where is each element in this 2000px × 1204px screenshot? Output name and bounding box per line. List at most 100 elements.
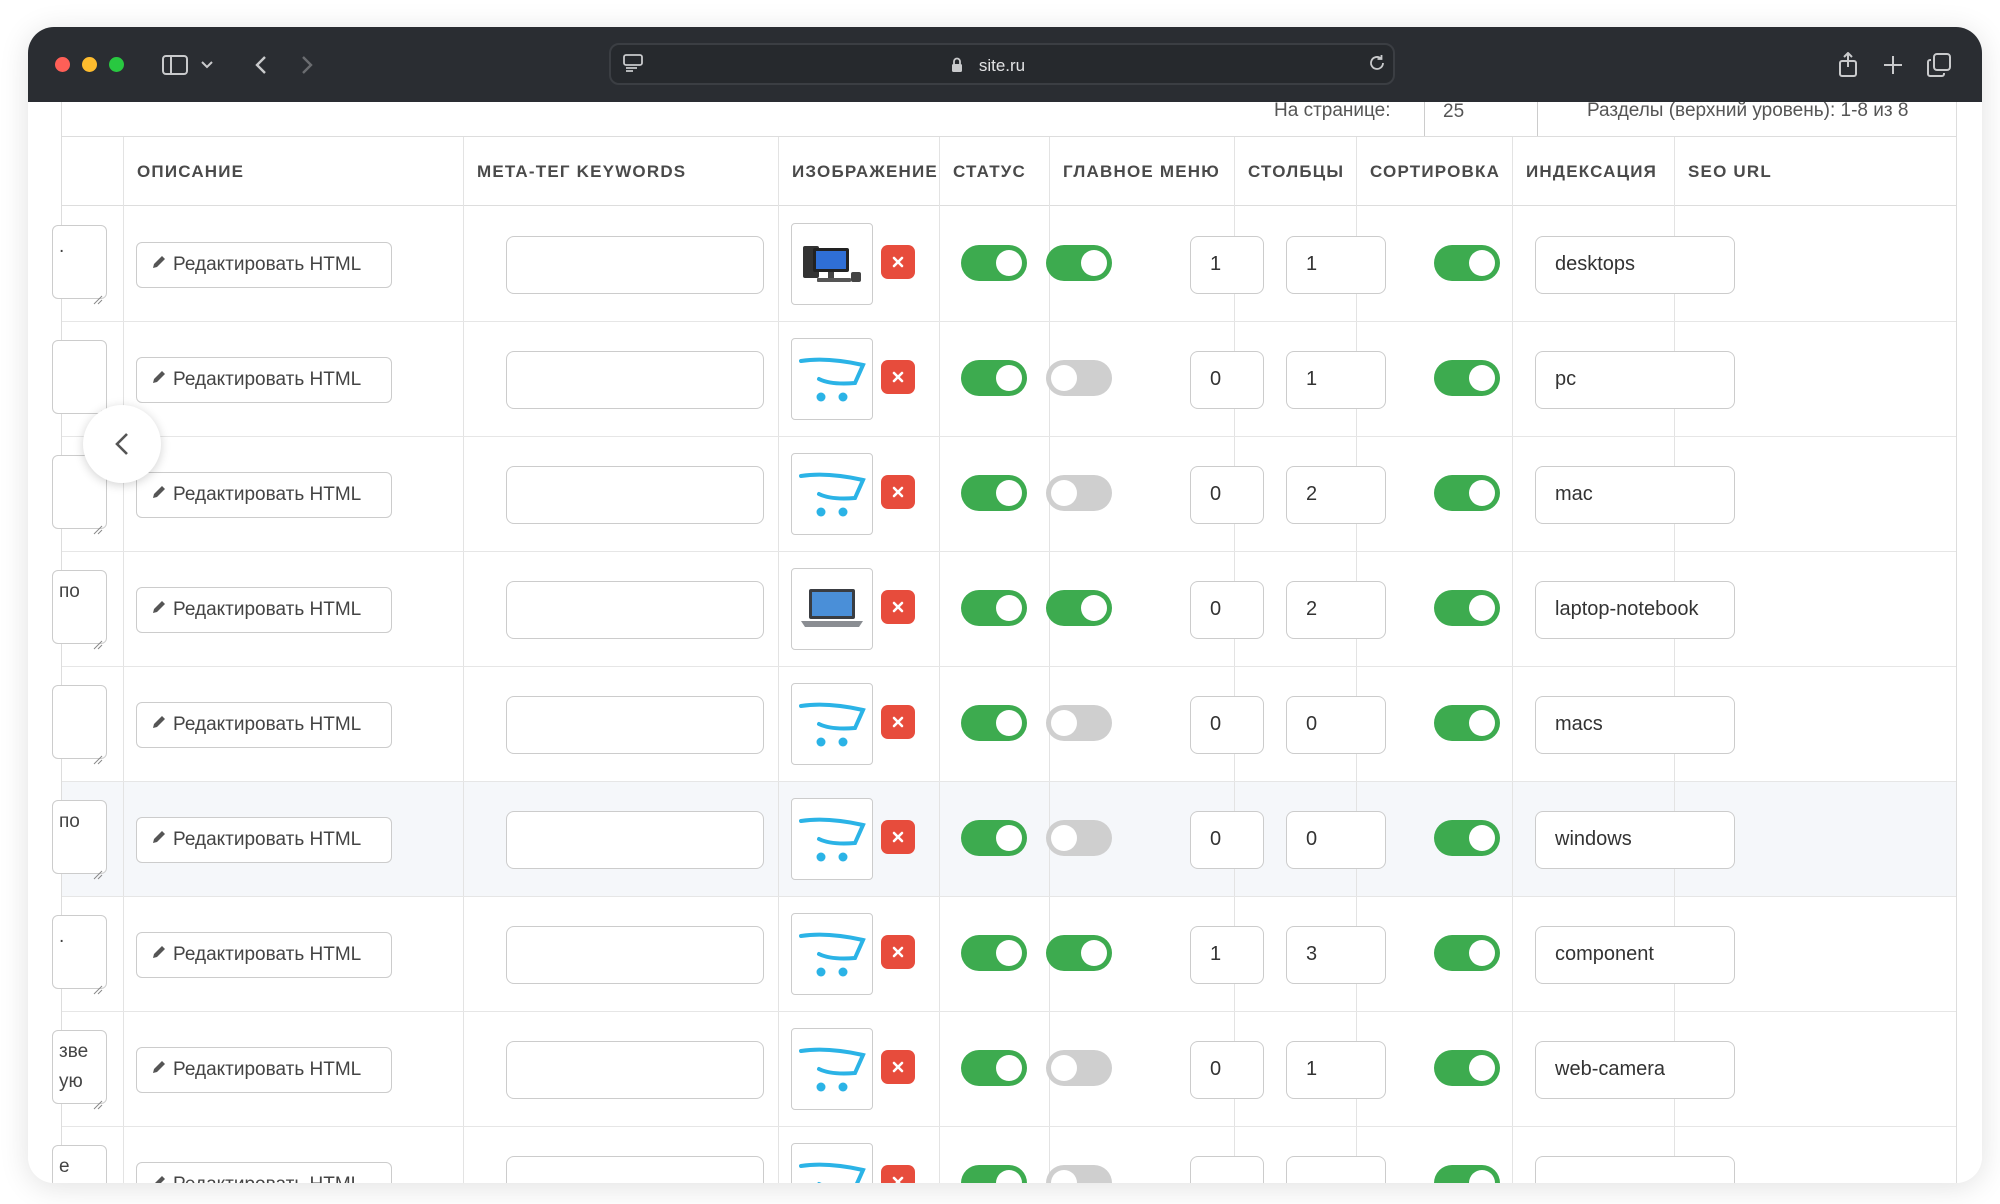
sort-input[interactable]: 2 <box>1286 466 1386 524</box>
columns-input[interactable]: 0 <box>1190 696 1264 754</box>
columns-input[interactable]: 0 <box>1190 1041 1264 1099</box>
meta-keywords-input[interactable] <box>506 1156 764 1183</box>
sort-input[interactable]: 1 <box>1286 1041 1386 1099</box>
edit-html-button[interactable]: Редактировать HTML <box>136 702 392 748</box>
minimize-window-button[interactable] <box>82 57 97 72</box>
seo-url-input[interactable]: macs <box>1535 696 1735 754</box>
chevron-down-icon[interactable] <box>198 49 216 81</box>
sort-input[interactable]: 2 <box>1286 581 1386 639</box>
status-toggle[interactable] <box>961 1165 1027 1183</box>
column-header-columns[interactable]: СТОЛБЦЫ <box>1234 137 1344 207</box>
reload-icon[interactable] <box>1365 51 1389 75</box>
resize-grip-icon[interactable] <box>93 515 103 535</box>
edit-html-button[interactable]: Редактировать HTML <box>136 1047 392 1093</box>
tabs-overview-icon[interactable] <box>1926 49 1952 81</box>
meta-keywords-input[interactable] <box>506 926 764 984</box>
resize-grip-icon[interactable] <box>93 1090 103 1110</box>
remove-image-button[interactable] <box>881 360 915 394</box>
status-toggle[interactable] <box>961 820 1027 856</box>
column-header-indexing[interactable]: ИНДЕКСАЦИЯ <box>1512 137 1657 207</box>
columns-input[interactable]: 0 <box>1190 581 1264 639</box>
status-toggle[interactable] <box>961 245 1027 281</box>
meta-keywords-input[interactable] <box>506 1041 764 1099</box>
resize-grip-icon[interactable] <box>93 400 103 420</box>
seo-url-input[interactable]: pc <box>1535 351 1735 409</box>
sort-input[interactable] <box>1286 1156 1386 1183</box>
category-image[interactable] <box>791 683 873 765</box>
name-textarea[interactable]: по <box>52 570 107 650</box>
edit-html-button[interactable]: Редактировать HTML <box>136 242 392 288</box>
indexing-toggle[interactable] <box>1434 820 1500 856</box>
columns-input[interactable] <box>1190 1156 1264 1183</box>
seo-url-input[interactable]: windows <box>1535 811 1735 869</box>
category-image[interactable] <box>791 1028 873 1110</box>
columns-input[interactable]: 0 <box>1190 466 1264 524</box>
resize-grip-icon[interactable] <box>93 975 103 995</box>
main-menu-toggle[interactable] <box>1046 1050 1112 1086</box>
address-bar[interactable]: site.ru <box>609 43 1395 85</box>
remove-image-button[interactable] <box>881 820 915 854</box>
columns-input[interactable]: 1 <box>1190 926 1264 984</box>
seo-url-input[interactable]: laptop-notebook <box>1535 581 1735 639</box>
main-menu-toggle[interactable] <box>1046 1165 1112 1183</box>
meta-keywords-input[interactable] <box>506 466 764 524</box>
columns-input[interactable]: 0 <box>1190 811 1264 869</box>
resize-grip-icon[interactable] <box>93 860 103 880</box>
remove-image-button[interactable] <box>881 705 915 739</box>
column-header-image[interactable]: ИЗОБРАЖЕНИЕ <box>778 137 938 207</box>
main-menu-toggle[interactable] <box>1046 935 1112 971</box>
column-header-main-menu[interactable]: ГЛАВНОЕ МЕНЮ <box>1049 137 1220 207</box>
status-toggle[interactable] <box>961 360 1027 396</box>
remove-image-button[interactable] <box>881 935 915 969</box>
seo-url-input[interactable]: component <box>1535 926 1735 984</box>
meta-keywords-input[interactable] <box>506 581 764 639</box>
sort-input[interactable]: 1 <box>1286 236 1386 294</box>
back-icon[interactable] <box>250 49 272 81</box>
remove-image-button[interactable] <box>881 245 915 279</box>
status-toggle[interactable] <box>961 935 1027 971</box>
forward-icon[interactable] <box>296 49 318 81</box>
main-menu-toggle[interactable] <box>1046 590 1112 626</box>
remove-image-button[interactable] <box>881 475 915 509</box>
indexing-toggle[interactable] <box>1434 1165 1500 1183</box>
category-image[interactable] <box>791 338 873 420</box>
name-textarea[interactable]: . <box>52 915 107 995</box>
seo-url-input[interactable]: mac <box>1535 466 1735 524</box>
name-textarea[interactable]: по <box>52 800 107 880</box>
edit-html-button[interactable]: Редактировать HTML <box>136 932 392 978</box>
edit-html-button[interactable]: Редактировать HTML <box>136 472 392 518</box>
name-textarea[interactable] <box>52 685 107 765</box>
name-textarea[interactable] <box>52 340 107 420</box>
column-header-sort[interactable]: СОРТИРОВКА <box>1356 137 1500 207</box>
per-page-input[interactable]: 25 <box>1424 102 1538 140</box>
column-header-seo-url[interactable]: SEO URL <box>1674 137 1772 207</box>
indexing-toggle[interactable] <box>1434 475 1500 511</box>
indexing-toggle[interactable] <box>1434 1050 1500 1086</box>
columns-input[interactable]: 0 <box>1190 351 1264 409</box>
edit-html-button[interactable]: Редактировать HTML <box>136 1162 392 1183</box>
meta-keywords-input[interactable] <box>506 236 764 294</box>
meta-keywords-input[interactable] <box>506 351 764 409</box>
main-menu-toggle[interactable] <box>1046 820 1112 856</box>
meta-keywords-input[interactable] <box>506 696 764 754</box>
status-toggle[interactable] <box>961 590 1027 626</box>
indexing-toggle[interactable] <box>1434 360 1500 396</box>
remove-image-button[interactable] <box>881 1165 915 1183</box>
remove-image-button[interactable] <box>881 590 915 624</box>
close-window-button[interactable] <box>55 57 70 72</box>
name-textarea[interactable]: . <box>52 225 107 305</box>
sort-input[interactable]: 1 <box>1286 351 1386 409</box>
resize-grip-icon[interactable] <box>93 630 103 650</box>
meta-keywords-input[interactable] <box>506 811 764 869</box>
indexing-toggle[interactable] <box>1434 705 1500 741</box>
sort-input[interactable]: 0 <box>1286 696 1386 754</box>
maximize-window-button[interactable] <box>109 57 124 72</box>
column-header-meta-keywords[interactable]: МЕТА-ТЕГ KEYWORDS <box>463 137 686 207</box>
column-header-status[interactable]: СТАТУС <box>939 137 1026 207</box>
sort-input[interactable]: 0 <box>1286 811 1386 869</box>
column-header-description[interactable]: ОПИСАНИЕ <box>123 137 244 207</box>
share-icon[interactable] <box>1836 49 1860 81</box>
columns-input[interactable]: 1 <box>1190 236 1264 294</box>
seo-url-input[interactable] <box>1535 1156 1735 1183</box>
main-menu-toggle[interactable] <box>1046 360 1112 396</box>
